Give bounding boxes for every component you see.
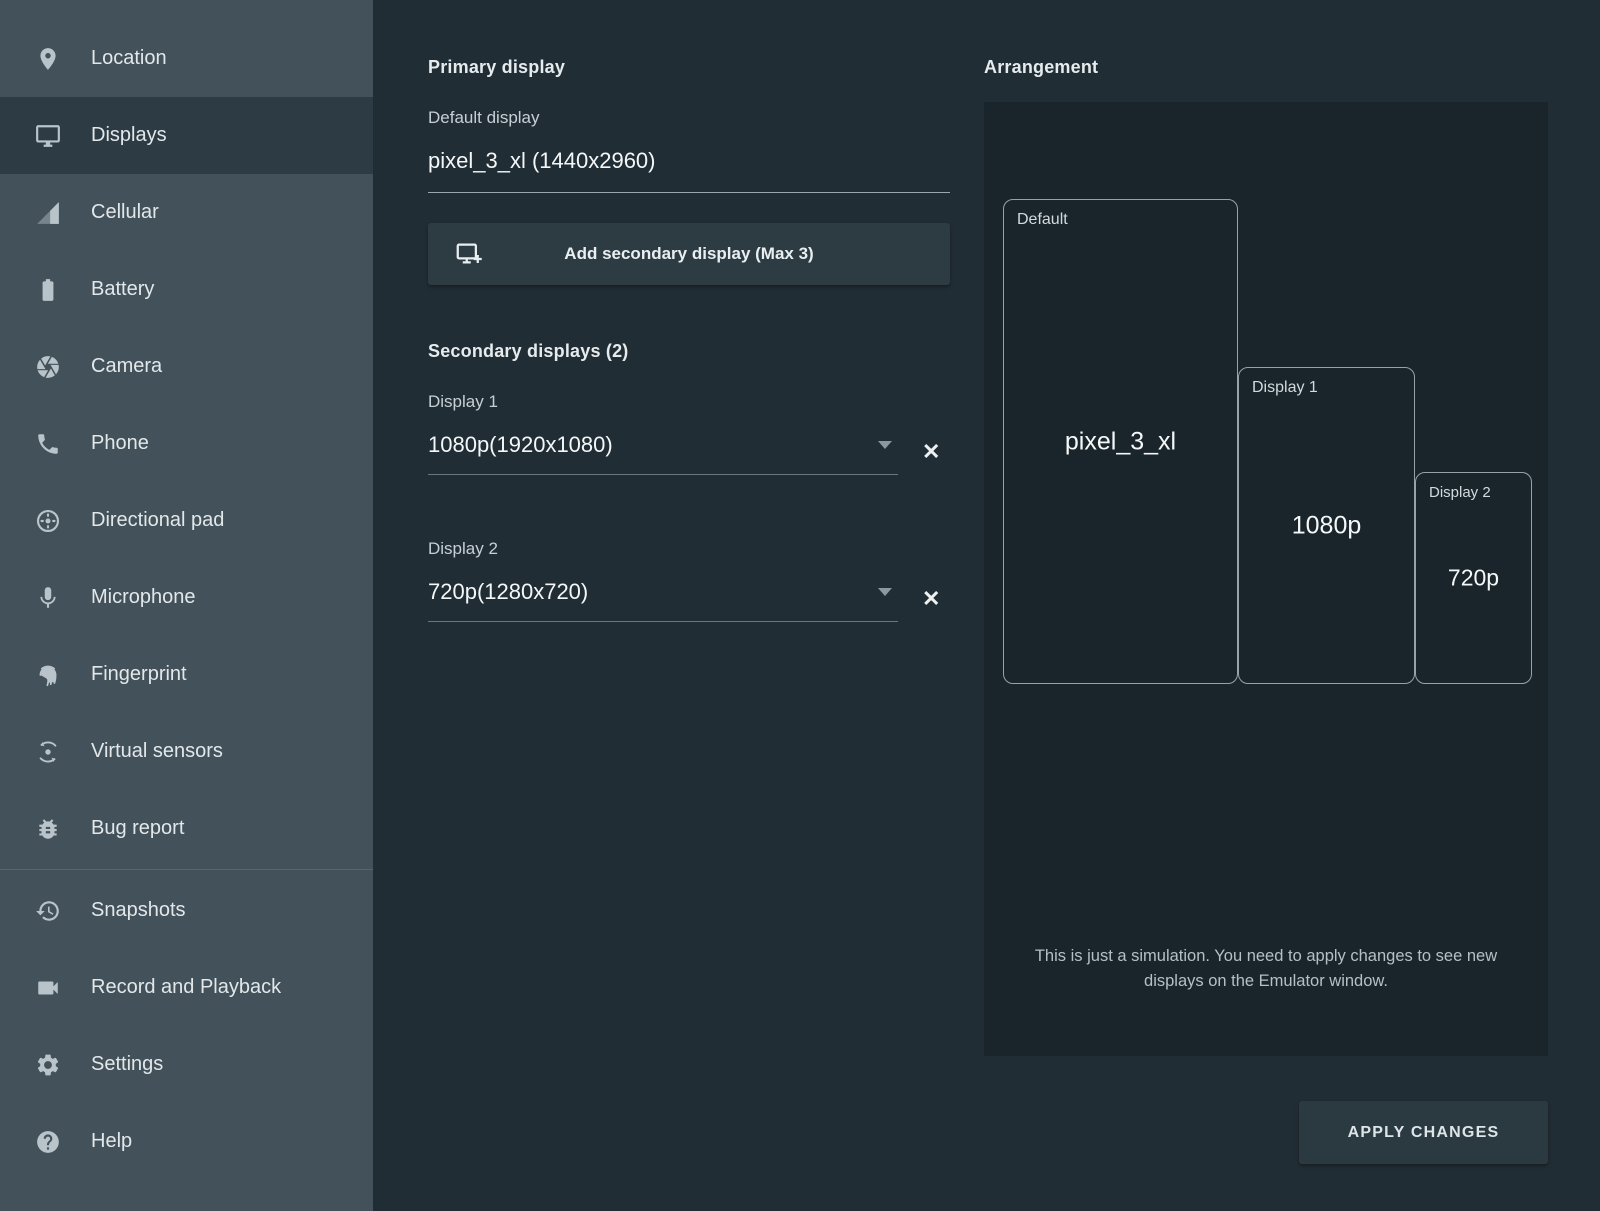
sidebar-item-help[interactable]: Help bbox=[0, 1103, 373, 1180]
sidebar-item-battery[interactable]: Battery bbox=[0, 251, 373, 328]
chevron-down-icon bbox=[878, 588, 892, 596]
sidebar-item-fingerprint[interactable]: Fingerprint bbox=[0, 636, 373, 713]
main-content: Primary display Default display pixel_3_… bbox=[373, 0, 1600, 1211]
sidebar-item-label: Displays bbox=[91, 124, 167, 147]
add-display-icon bbox=[454, 239, 484, 269]
display-icon bbox=[35, 123, 61, 149]
arrangement-box-name: pixel_3_xl bbox=[1004, 427, 1237, 456]
sidebar-item-displays[interactable]: Displays bbox=[0, 97, 373, 174]
sidebar-item-settings[interactable]: Settings bbox=[0, 1026, 373, 1103]
display-2-value: 720p(1280x720) bbox=[428, 579, 588, 605]
sidebar-item-label: Microphone bbox=[91, 586, 196, 609]
add-secondary-display-button[interactable]: Add secondary display (Max 3) bbox=[428, 223, 950, 285]
sidebar-item-label: Battery bbox=[91, 278, 154, 301]
arrangement-box-display-2[interactable]: Display 2 720p bbox=[1415, 472, 1532, 684]
arrangement-box-label: Default bbox=[1017, 211, 1068, 229]
sidebar-item-virtual-sensors[interactable]: Virtual sensors bbox=[0, 713, 373, 790]
default-display-label: Default display bbox=[428, 108, 950, 128]
add-secondary-display-label: Add secondary display (Max 3) bbox=[428, 244, 950, 264]
sidebar-item-label: Record and Playback bbox=[91, 976, 281, 999]
arrangement-panel: Default pixel_3_xl Display 1 1080p Displ… bbox=[984, 102, 1548, 1056]
sidebar-item-label: Virtual sensors bbox=[91, 740, 223, 763]
sidebar-item-directional-pad[interactable]: Directional pad bbox=[0, 482, 373, 559]
sidebar-item-label: Cellular bbox=[91, 201, 159, 224]
display-2-label: Display 2 bbox=[428, 539, 950, 559]
arrangement-box-default[interactable]: Default pixel_3_xl bbox=[1003, 199, 1238, 684]
microphone-icon bbox=[35, 585, 61, 611]
display-settings-panel: Primary display Default display pixel_3_… bbox=[428, 0, 950, 622]
sidebar-item-label: Bug report bbox=[91, 817, 184, 840]
arrangement-box-name: 1080p bbox=[1239, 511, 1414, 540]
default-display-value: pixel_3_xl (1440x2960) bbox=[428, 148, 950, 193]
battery-icon bbox=[35, 277, 61, 303]
arrangement-box-name: 720p bbox=[1416, 565, 1531, 592]
display-2-dropdown[interactable]: 720p(1280x720) bbox=[428, 579, 898, 622]
record-video-icon bbox=[35, 975, 61, 1001]
cellular-signal-icon bbox=[35, 200, 61, 226]
camera-shutter-icon bbox=[35, 354, 61, 380]
simulation-note: This is just a simulation. You need to a… bbox=[1020, 944, 1512, 994]
display-1-dropdown[interactable]: 1080p(1920x1080) bbox=[428, 432, 898, 475]
display-1-label: Display 1 bbox=[428, 392, 950, 412]
dpad-icon bbox=[35, 508, 61, 534]
fingerprint-icon bbox=[35, 662, 61, 688]
display-2-row: 720p(1280x720) ✕ bbox=[428, 579, 950, 622]
sidebar-item-phone[interactable]: Phone bbox=[0, 405, 373, 482]
apply-changes-button[interactable]: APPLY CHANGES bbox=[1299, 1101, 1548, 1164]
gear-icon bbox=[35, 1052, 61, 1078]
chevron-down-icon bbox=[878, 441, 892, 449]
sidebar-divider bbox=[0, 869, 373, 870]
sidebar-item-label: Settings bbox=[91, 1053, 163, 1076]
primary-display-title: Primary display bbox=[428, 0, 950, 78]
sidebar-item-label: Snapshots bbox=[91, 899, 186, 922]
sidebar: Location Displays Cellular Battery Camer… bbox=[0, 0, 373, 1211]
sidebar-item-camera[interactable]: Camera bbox=[0, 328, 373, 405]
sidebar-item-label: Location bbox=[91, 47, 167, 70]
bug-icon bbox=[35, 816, 61, 842]
arrangement-section: Arrangement Default pixel_3_xl Display 1… bbox=[984, 0, 1548, 1056]
sidebar-item-record-and-playback[interactable]: Record and Playback bbox=[0, 949, 373, 1026]
arrangement-box-label: Display 2 bbox=[1429, 484, 1491, 501]
display-1-value: 1080p(1920x1080) bbox=[428, 432, 613, 458]
remove-display-1-button[interactable]: ✕ bbox=[922, 441, 940, 463]
location-pin-icon bbox=[35, 46, 61, 72]
sidebar-item-label: Fingerprint bbox=[91, 663, 187, 686]
snapshots-history-icon bbox=[35, 898, 61, 924]
virtual-sensors-icon bbox=[35, 739, 61, 765]
sidebar-item-location[interactable]: Location bbox=[0, 20, 373, 97]
sidebar-item-label: Help bbox=[91, 1130, 132, 1153]
arrangement-box-label: Display 1 bbox=[1252, 379, 1318, 397]
sidebar-item-label: Camera bbox=[91, 355, 162, 378]
sidebar-item-microphone[interactable]: Microphone bbox=[0, 559, 373, 636]
sidebar-item-label: Phone bbox=[91, 432, 149, 455]
secondary-displays-title: Secondary displays (2) bbox=[428, 341, 950, 362]
arrangement-box-display-1[interactable]: Display 1 1080p bbox=[1238, 367, 1415, 684]
sidebar-item-label: Directional pad bbox=[91, 509, 224, 532]
phone-icon bbox=[35, 431, 61, 457]
arrangement-title: Arrangement bbox=[984, 0, 1548, 78]
display-1-row: 1080p(1920x1080) ✕ bbox=[428, 432, 950, 475]
sidebar-item-snapshots[interactable]: Snapshots bbox=[0, 872, 373, 949]
sidebar-item-cellular[interactable]: Cellular bbox=[0, 174, 373, 251]
help-icon bbox=[35, 1129, 61, 1155]
sidebar-item-bug-report[interactable]: Bug report bbox=[0, 790, 373, 867]
remove-display-2-button[interactable]: ✕ bbox=[922, 588, 940, 610]
